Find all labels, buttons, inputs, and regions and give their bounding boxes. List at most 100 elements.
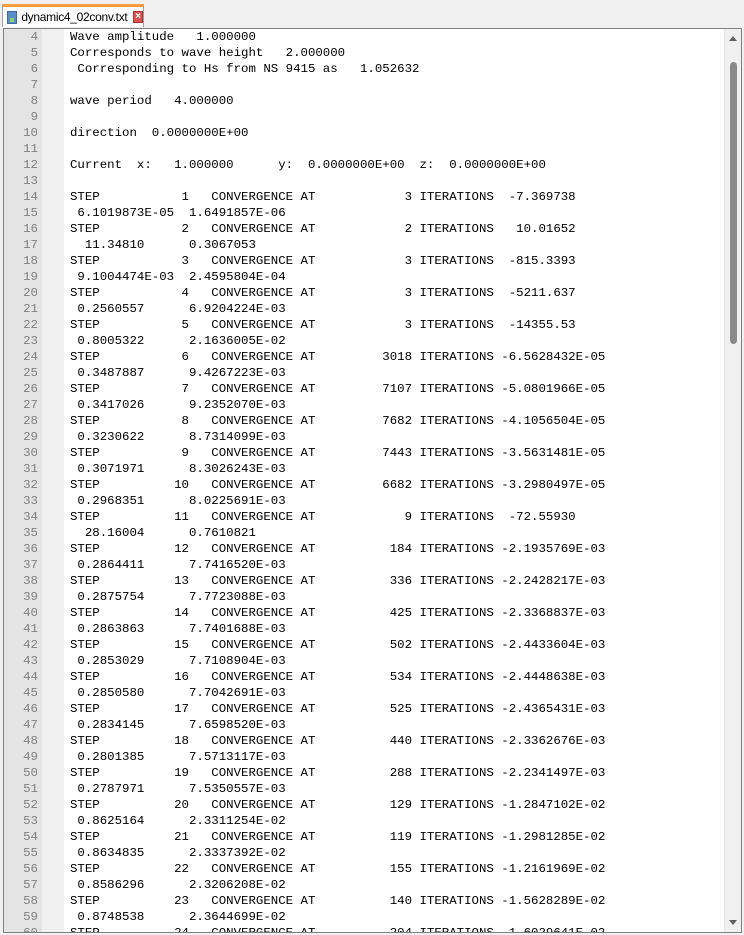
editor-line[interactable]: 7 xyxy=(4,77,724,93)
editor-line[interactable]: 32 STEP 10 CONVERGENCE AT 6682 ITERATIONS… xyxy=(4,477,724,493)
editor-line[interactable]: 21 0.2560557 6.9204224E-03 xyxy=(4,301,724,317)
scroll-down-arrow-icon[interactable] xyxy=(729,920,737,925)
line-text: STEP 10 CONVERGENCE AT 6682 ITERATIONS -… xyxy=(70,478,606,492)
line-text: STEP 21 CONVERGENCE AT 119 ITERATIONS -1… xyxy=(70,830,606,844)
editor-line[interactable]: 51 0.2787971 7.5350557E-03 xyxy=(4,781,724,797)
line-number: 4 xyxy=(30,30,38,44)
editor-line[interactable]: 55 0.8634835 2.3337392E-02 xyxy=(4,845,724,861)
editor-line[interactable]: 48 STEP 18 CONVERGENCE AT 440 ITERATIONS … xyxy=(4,733,724,749)
line-text: 0.2853029 7.7108904E-03 xyxy=(70,654,286,668)
editor-line[interactable]: 60 STEP 24 CONVERGENCE AT 204 ITERATIONS … xyxy=(4,925,724,932)
scroll-up-arrow-icon[interactable] xyxy=(729,36,737,41)
line-number: 56 xyxy=(23,862,38,876)
editor-line[interactable]: 24 STEP 6 CONVERGENCE AT 3018 ITERATIONS … xyxy=(4,349,724,365)
line-number: 38 xyxy=(23,574,38,588)
scrollbar-thumb[interactable] xyxy=(730,62,737,344)
editor-line[interactable]: 57 0.8586296 2.3206208E-02 xyxy=(4,877,724,893)
editor-line[interactable]: 20 STEP 4 CONVERGENCE AT 3 ITERATIONS -52… xyxy=(4,285,724,301)
editor-line[interactable]: 18 STEP 3 CONVERGENCE AT 3 ITERATIONS -81… xyxy=(4,253,724,269)
line-text: 0.2968351 8.0225691E-03 xyxy=(70,494,286,508)
editor-line[interactable]: 14 STEP 1 CONVERGENCE AT 3 ITERATIONS -7.… xyxy=(4,189,724,205)
editor-line[interactable]: 35 28.16004 0.7610821 xyxy=(4,525,724,541)
editor-line[interactable]: 12 Current x: 1.000000 y: 0.0000000E+00 z… xyxy=(4,157,724,173)
line-text: Corresponds to wave height 2.000000 xyxy=(70,46,346,60)
editor-line[interactable]: 8 wave period 4.000000 xyxy=(4,93,724,109)
editor-line[interactable]: 33 0.2968351 8.0225691E-03 xyxy=(4,493,724,509)
editor-line[interactable]: 26 STEP 7 CONVERGENCE AT 7107 ITERATIONS … xyxy=(4,381,724,397)
line-number: 36 xyxy=(23,542,38,556)
editor-line[interactable]: 39 0.2875754 7.7723088E-03 xyxy=(4,589,724,605)
line-number: 32 xyxy=(23,478,38,492)
editor-line[interactable]: 53 0.8625164 2.3311254E-02 xyxy=(4,813,724,829)
editor-line[interactable]: 10 direction 0.0000000E+00 xyxy=(4,125,724,141)
editor-line[interactable]: 34 STEP 11 CONVERGENCE AT 9 ITERATIONS -7… xyxy=(4,509,724,525)
line-text: 6.1019873E-05 1.6491857E-06 xyxy=(70,206,286,220)
file-tab[interactable]: dynamic4_02conv.txt × xyxy=(2,4,144,27)
tab-bar: dynamic4_02conv.txt × xyxy=(0,0,744,28)
editor-line[interactable]: 23 0.8005322 2.1636005E-02 xyxy=(4,333,724,349)
text-editor[interactable]: 4 Wave amplitude 1.000000 5 Corresponds to … xyxy=(3,28,742,933)
line-number: 58 xyxy=(23,894,38,908)
editor-line[interactable]: 45 0.2850580 7.7042691E-03 xyxy=(4,685,724,701)
editor-line[interactable]: 15 6.1019873E-05 1.6491857E-06 xyxy=(4,205,724,221)
editor-line[interactable]: 5 Corresponds to wave height 2.000000 xyxy=(4,45,724,61)
editor-line[interactable]: 28 STEP 8 CONVERGENCE AT 7682 ITERATIONS … xyxy=(4,413,724,429)
line-number: 20 xyxy=(23,286,38,300)
line-number: 21 xyxy=(23,302,38,316)
editor-line[interactable]: 36 STEP 12 CONVERGENCE AT 184 ITERATIONS … xyxy=(4,541,724,557)
editor-line[interactable]: 11 xyxy=(4,141,724,157)
editor-line[interactable]: 50 STEP 19 CONVERGENCE AT 288 ITERATIONS … xyxy=(4,765,724,781)
editor-line[interactable]: 52 STEP 20 CONVERGENCE AT 129 ITERATIONS … xyxy=(4,797,724,813)
line-text: 9.1004474E-03 2.4595804E-04 xyxy=(70,270,286,284)
editor-line[interactable]: 46 STEP 17 CONVERGENCE AT 525 ITERATIONS … xyxy=(4,701,724,717)
editor-line[interactable]: 29 0.3230622 8.7314099E-03 xyxy=(4,429,724,445)
line-number: 5 xyxy=(30,46,38,60)
editor-line[interactable]: 16 STEP 2 CONVERGENCE AT 2 ITERATIONS 10.… xyxy=(4,221,724,237)
line-text: STEP 6 CONVERGENCE AT 3018 ITERATIONS -6… xyxy=(70,350,606,364)
line-text: STEP 20 CONVERGENCE AT 129 ITERATIONS -1… xyxy=(70,798,606,812)
line-number: 41 xyxy=(23,622,38,636)
editor-line[interactable]: 4 Wave amplitude 1.000000 xyxy=(4,29,724,45)
editor-line[interactable]: 43 0.2853029 7.7108904E-03 xyxy=(4,653,724,669)
line-number: 35 xyxy=(23,526,38,540)
editor-line[interactable]: 31 0.3071971 8.3026243E-03 xyxy=(4,461,724,477)
line-text: 0.8634835 2.3337392E-02 xyxy=(70,846,286,860)
editor-line[interactable]: 47 0.2834145 7.6598520E-03 xyxy=(4,717,724,733)
line-text: STEP 7 CONVERGENCE AT 7107 ITERATIONS -5… xyxy=(70,382,606,396)
editor-line[interactable]: 17 11.34810 0.3067053 xyxy=(4,237,724,253)
line-text: 0.2560557 6.9204224E-03 xyxy=(70,302,286,316)
editor-line[interactable]: 30 STEP 9 CONVERGENCE AT 7443 ITERATIONS … xyxy=(4,445,724,461)
close-icon[interactable]: × xyxy=(133,11,143,23)
editor-line[interactable]: 41 0.2863863 7.7401688E-03 xyxy=(4,621,724,637)
line-text: STEP 11 CONVERGENCE AT 9 ITERATIONS -72.… xyxy=(70,510,576,524)
editor-line[interactable]: 22 STEP 5 CONVERGENCE AT 3 ITERATIONS -14… xyxy=(4,317,724,333)
vertical-scrollbar[interactable] xyxy=(724,29,741,932)
editor-line[interactable]: 54 STEP 21 CONVERGENCE AT 119 ITERATIONS … xyxy=(4,829,724,845)
editor-line[interactable]: 19 9.1004474E-03 2.4595804E-04 xyxy=(4,269,724,285)
editor-line[interactable]: 13 xyxy=(4,173,724,189)
editor-line[interactable]: 6 Corresponding to Hs from NS 9415 as 1.… xyxy=(4,61,724,77)
editor-line[interactable]: 25 0.3487887 9.4267223E-03 xyxy=(4,365,724,381)
editor-line[interactable]: 58 STEP 23 CONVERGENCE AT 140 ITERATIONS … xyxy=(4,893,724,909)
editor-line[interactable]: 37 0.2864411 7.7416520E-03 xyxy=(4,557,724,573)
editor-line[interactable]: 27 0.3417026 9.2352070E-03 xyxy=(4,397,724,413)
editor-line[interactable]: 49 0.2801385 7.5713117E-03 xyxy=(4,749,724,765)
editor-line[interactable]: 38 STEP 13 CONVERGENCE AT 336 ITERATIONS … xyxy=(4,573,724,589)
line-text: 0.3417026 9.2352070E-03 xyxy=(70,398,286,412)
line-number: 39 xyxy=(23,590,38,604)
line-text: 0.2863863 7.7401688E-03 xyxy=(70,622,286,636)
line-number: 27 xyxy=(23,398,38,412)
editor-line[interactable]: 44 STEP 16 CONVERGENCE AT 534 ITERATIONS … xyxy=(4,669,724,685)
line-number: 18 xyxy=(23,254,38,268)
line-number: 45 xyxy=(23,686,38,700)
line-text: STEP 1 CONVERGENCE AT 3 ITERATIONS -7.36… xyxy=(70,190,576,204)
line-number: 44 xyxy=(23,670,38,684)
editor-line[interactable]: 56 STEP 22 CONVERGENCE AT 155 ITERATIONS … xyxy=(4,861,724,877)
editor-line[interactable]: 9 xyxy=(4,109,724,125)
line-text: 0.2834145 7.6598520E-03 xyxy=(70,718,286,732)
line-text: STEP 19 CONVERGENCE AT 288 ITERATIONS -2… xyxy=(70,766,606,780)
editor-line[interactable]: 59 0.8748538 2.3644699E-02 xyxy=(4,909,724,925)
editor-line[interactable]: 40 STEP 14 CONVERGENCE AT 425 ITERATIONS … xyxy=(4,605,724,621)
line-text: direction 0.0000000E+00 xyxy=(70,126,249,140)
editor-line[interactable]: 42 STEP 15 CONVERGENCE AT 502 ITERATIONS … xyxy=(4,637,724,653)
